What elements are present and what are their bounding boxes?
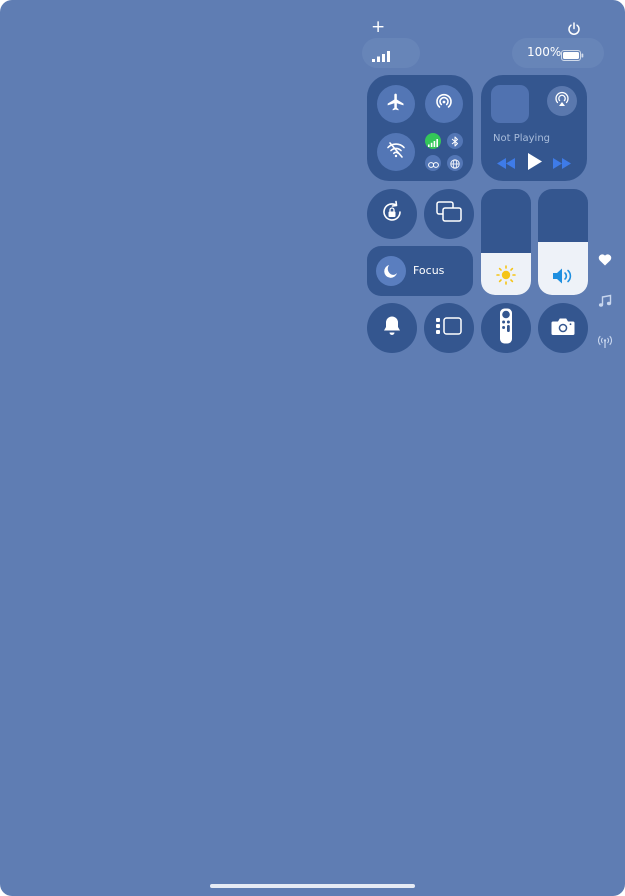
airdrop-icon bbox=[434, 92, 454, 116]
link-icon bbox=[427, 154, 439, 173]
airplane-mode-button[interactable] bbox=[377, 85, 415, 123]
cellular-signal-icon bbox=[372, 47, 390, 66]
sun-icon bbox=[481, 265, 531, 285]
fast-forward-icon bbox=[553, 154, 571, 173]
rewind-button[interactable] bbox=[495, 155, 517, 171]
control-center: + 100% Not Playing Focus bbox=[0, 0, 625, 896]
cellular-icon bbox=[428, 132, 438, 151]
camera-button[interactable] bbox=[538, 303, 588, 353]
cellular-data-button[interactable] bbox=[425, 133, 441, 149]
airplane-icon bbox=[386, 92, 406, 116]
music-note-icon[interactable] bbox=[598, 293, 612, 312]
orientation-lock-button[interactable] bbox=[367, 189, 417, 239]
vpn-button[interactable] bbox=[447, 155, 463, 171]
battery-percentage: 100% bbox=[527, 45, 562, 59]
volume-slider[interactable] bbox=[538, 189, 588, 295]
brightness-slider[interactable] bbox=[481, 189, 531, 295]
bell-icon bbox=[382, 315, 402, 341]
focus-button[interactable]: Focus bbox=[367, 246, 473, 296]
screen-mirroring-button[interactable] bbox=[424, 189, 474, 239]
play-icon bbox=[528, 152, 542, 174]
remote-icon bbox=[499, 308, 513, 348]
play-button[interactable] bbox=[526, 152, 544, 174]
connectivity-panel bbox=[367, 75, 473, 181]
rotation-lock-icon bbox=[379, 199, 405, 229]
antenna-icon[interactable] bbox=[598, 334, 612, 353]
silent-mode-button[interactable] bbox=[367, 303, 417, 353]
airplay-button[interactable] bbox=[547, 86, 577, 116]
album-artwork bbox=[491, 85, 529, 123]
stage-manager-button[interactable] bbox=[424, 303, 474, 353]
speaker-icon bbox=[538, 267, 588, 285]
wifi-button[interactable] bbox=[377, 133, 415, 171]
stage-manager-icon bbox=[436, 317, 462, 339]
airdrop-button[interactable] bbox=[425, 85, 463, 123]
home-indicator[interactable] bbox=[210, 884, 415, 888]
bluetooth-icon bbox=[451, 132, 459, 151]
hotspot-button[interactable] bbox=[425, 155, 441, 171]
screen-mirroring-icon bbox=[436, 201, 462, 227]
airplay-audio-icon bbox=[554, 91, 570, 111]
moon-icon bbox=[376, 256, 406, 286]
signal-pill bbox=[362, 38, 420, 68]
heart-icon[interactable] bbox=[598, 251, 612, 270]
now-playing-panel[interactable]: Not Playing bbox=[481, 75, 587, 181]
rewind-icon bbox=[497, 154, 515, 173]
bluetooth-button[interactable] bbox=[447, 133, 463, 149]
battery-icon bbox=[561, 46, 584, 65]
apple-tv-remote-button[interactable] bbox=[481, 303, 531, 353]
wifi-off-icon bbox=[386, 140, 406, 164]
now-playing-label: Not Playing bbox=[493, 133, 551, 144]
camera-icon bbox=[551, 317, 575, 340]
fast-forward-button[interactable] bbox=[551, 155, 573, 171]
focus-label: Focus bbox=[413, 264, 445, 277]
globe-icon bbox=[450, 154, 460, 173]
add-controls-button[interactable]: + bbox=[371, 19, 385, 36]
